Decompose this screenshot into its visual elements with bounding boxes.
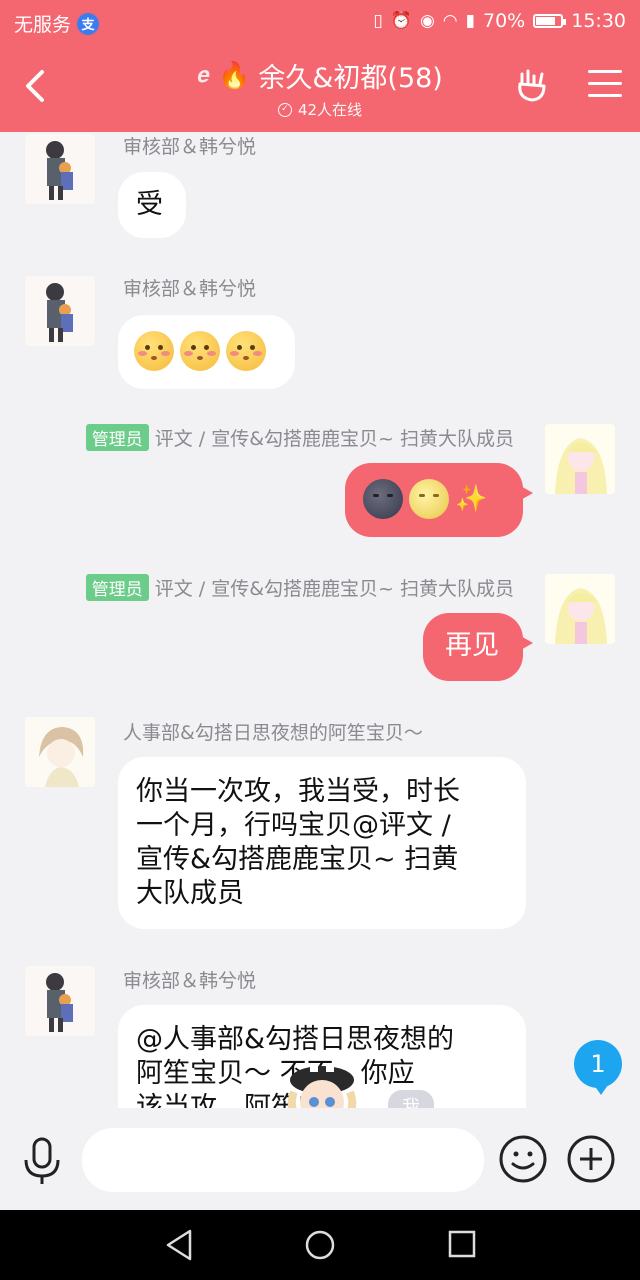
message-bubble[interactable]: 你当一次攻，我当受，时长 一个月，行吗宝贝@评文 / 宣传&勾搭鹿鹿宝贝~ 扫黄… — [118, 757, 526, 929]
nav-recent-apps-icon[interactable] — [448, 1230, 476, 1258]
sender-name: 审核部＆韩兮悦 — [123, 970, 257, 992]
menu-icon[interactable] — [588, 70, 622, 100]
message-bubble[interactable]: 受 — [118, 172, 186, 238]
my-message-bubble[interactable]: ✨ — [345, 463, 533, 537]
input-bar — [0, 1108, 640, 1210]
chat-list[interactable]: 审核部＆韩兮悦 受 审核部＆韩兮悦 管理员 评文 / 宣传&勾搭鹿鹿宝贝~ 扫黄… — [0, 132, 640, 1108]
online-status-icon: ✓ — [277, 102, 292, 117]
sender-line: 管理员 评文 / 宣传&勾搭鹿鹿宝贝~ 扫黄大队成员 — [85, 574, 514, 601]
sender-name: 评文 / 宣传&勾搭鹿鹿宝贝~ 扫黄大队成员 — [154, 428, 514, 450]
my-avatar[interactable] — [545, 424, 615, 494]
sender-name: 审核部＆韩兮悦 — [123, 278, 257, 300]
avatar[interactable] — [25, 966, 95, 1036]
navigation-bar — [0, 1210, 640, 1280]
online-count: 42人在线 — [297, 101, 363, 119]
admin-badge: 管理员 — [85, 574, 149, 601]
shy-face-emoji-icon — [134, 331, 174, 371]
plus-icon[interactable] — [566, 1134, 616, 1184]
vibrate-icon: ▯ — [373, 11, 383, 31]
ear-icon: 𝒆 — [197, 63, 210, 88]
unread-badge[interactable]: 1 — [574, 1040, 622, 1095]
nav-back-icon[interactable] — [164, 1228, 194, 1262]
avatar[interactable] — [25, 717, 95, 787]
message-bubble[interactable] — [118, 315, 295, 389]
alipay-icon: 支 — [77, 12, 100, 35]
hand-gesture-icon[interactable] — [514, 68, 550, 104]
sender-line: 管理员 评文 / 宣传&勾搭鹿鹿宝贝~ 扫黄大队成员 — [85, 424, 514, 451]
alarm-icon: ⏰ — [390, 11, 412, 31]
carrier-text: 无服务 — [14, 14, 72, 36]
message-line: 一个月，行吗宝贝@评文 / — [136, 810, 451, 841]
emoji-smile-icon[interactable] — [498, 1134, 548, 1184]
shy-face-emoji-icon — [180, 331, 220, 371]
admin-badge: 管理员 — [85, 424, 149, 451]
wifi-icon: ◠ — [442, 11, 458, 31]
clock: 15:30 — [571, 10, 626, 32]
avatar[interactable] — [25, 276, 95, 346]
eye-icon: ◉ — [419, 11, 435, 31]
sender-name: 审核部＆韩兮悦 — [123, 136, 257, 158]
my-message-bubble[interactable]: 再见 — [423, 613, 533, 681]
message-line: @人事部&勾搭日思夜想的 — [136, 1024, 455, 1055]
sim-icon: ▮ — [465, 11, 475, 31]
battery-icon — [533, 14, 567, 28]
microphone-icon[interactable] — [20, 1136, 64, 1186]
message-line: 你当一次攻，我当受，时长 — [136, 776, 460, 807]
battery-percent: 70% — [483, 10, 526, 32]
shy-face-emoji-icon — [226, 331, 266, 371]
sender-name: 人事部&勾搭日思夜想的阿笙宝贝～ — [123, 722, 423, 744]
new-moon-face-emoji-icon — [363, 479, 403, 519]
sparkles-emoji-icon: ✨ — [455, 484, 488, 514]
fire-icon: 🔥 — [217, 60, 251, 91]
title-bar: 𝒆 🔥 余久&初都(58) ✓ 42人在线 — [0, 44, 640, 132]
message-input[interactable] — [82, 1128, 484, 1192]
my-avatar[interactable] — [545, 574, 615, 644]
status-bar: 无服务 支 ▯ ⏰ ◉ ◠ ▮ 70% 15:30 — [0, 0, 640, 44]
nav-home-icon[interactable] — [305, 1230, 335, 1260]
sender-name: 评文 / 宣传&勾搭鹿鹿宝贝~ 扫黄大队成员 — [154, 578, 514, 600]
message-line: 大队成员 — [136, 878, 244, 909]
avatar[interactable] — [25, 134, 95, 204]
message-line: 宣传&勾搭鹿鹿宝贝~ 扫黄 — [136, 844, 459, 875]
full-moon-face-emoji-icon — [409, 479, 449, 519]
group-title[interactable]: 余久&初都(58) — [258, 56, 442, 95]
